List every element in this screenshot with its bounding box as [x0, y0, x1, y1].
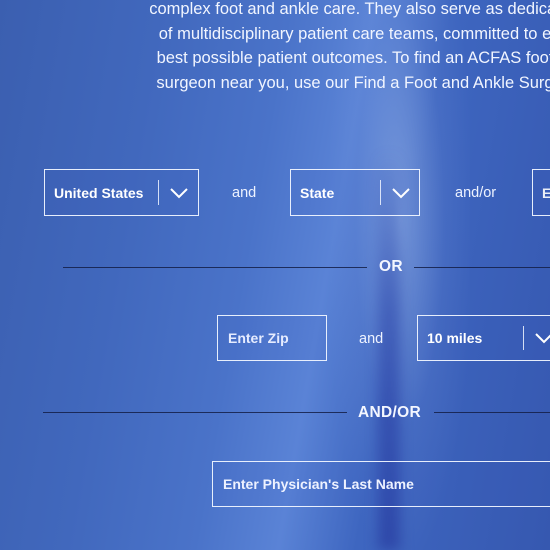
physician-last-name-placeholder: Enter Physician's Last Name: [223, 476, 414, 492]
separator-line: [434, 412, 550, 413]
and-or-separator-label: AND/OR: [358, 404, 421, 421]
intro-line: surgeon near you, use our Find a Foot an…: [156, 73, 550, 92]
select-divider: [158, 180, 159, 205]
or-separator-label: OR: [379, 258, 403, 275]
intro-line: best possible patient outcomes. To find …: [156, 49, 550, 67]
zip-input-placeholder: Enter Zip: [228, 330, 289, 346]
separator-line: [414, 267, 550, 268]
chevron-down-icon: [392, 187, 410, 198]
zip-input[interactable]: Enter Zip: [217, 315, 327, 361]
select-divider: [523, 326, 524, 350]
city-input[interactable]: E: [532, 169, 550, 216]
chevron-down-icon: [170, 187, 188, 198]
connector-and: and: [232, 185, 257, 201]
select-divider: [380, 180, 381, 205]
intro-paragraph: complex foot and ankle care. They also s…: [95, 0, 550, 95]
distance-select-value: 10 miles: [427, 330, 483, 346]
state-select[interactable]: State: [290, 169, 420, 216]
separator-line: [63, 267, 367, 268]
connector-and-or: and/or: [455, 185, 497, 201]
country-select[interactable]: United States: [44, 169, 199, 216]
intro-line: of multidisciplinary patient care teams,…: [158, 24, 550, 43]
separator-line: [43, 412, 347, 413]
connector-and: and: [359, 331, 384, 347]
distance-select[interactable]: 10 miles: [417, 315, 550, 361]
physician-last-name-input[interactable]: Enter Physician's Last Name: [212, 461, 550, 507]
city-input-value: E: [542, 184, 550, 201]
chevron-down-icon: [535, 333, 550, 344]
country-select-value: United States: [54, 184, 144, 201]
intro-line: complex foot and ankle care. They also s…: [149, 0, 550, 18]
state-select-value: State: [300, 184, 335, 201]
